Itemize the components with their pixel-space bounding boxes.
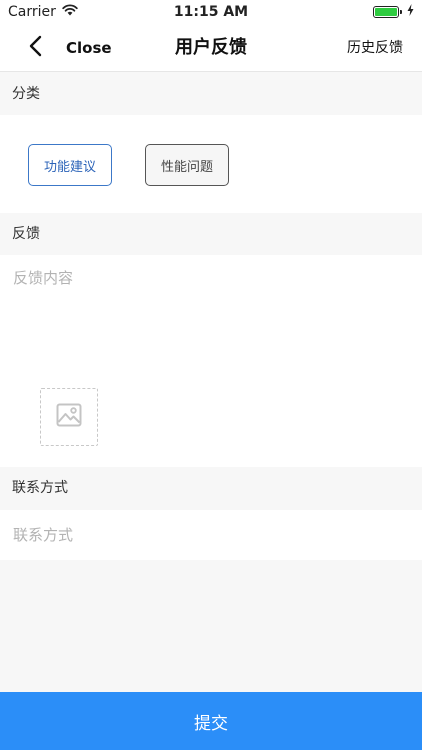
- category-option-label: 功能建议: [43, 159, 96, 175]
- category-option-feature[interactable]: 功能建议: [28, 144, 112, 186]
- history-feedback-button[interactable]: 历史反馈: [347, 24, 403, 72]
- battery-level-fill: [375, 8, 397, 16]
- feedback-input[interactable]: [0, 255, 422, 375]
- category-panel: 功能建议 性能问题: [0, 115, 422, 213]
- chevron-left-icon: [28, 35, 42, 61]
- battery-icon: [373, 6, 402, 18]
- navigation-bar: Close 用户反馈 历史反馈: [0, 24, 422, 72]
- category-option-label: 性能问题: [160, 159, 213, 175]
- category-header: 分类: [0, 73, 422, 115]
- close-button[interactable]: Close: [66, 24, 112, 72]
- contact-panel: [0, 510, 422, 560]
- feedback-header: 反馈: [0, 213, 422, 255]
- status-left: Carrier: [8, 4, 78, 20]
- wifi-icon: [62, 4, 78, 20]
- carrier-label: Carrier: [8, 4, 56, 20]
- add-image-button[interactable]: [40, 388, 98, 446]
- back-button[interactable]: [18, 32, 52, 64]
- contact-header: 联系方式: [0, 467, 422, 509]
- bolt-icon: [407, 4, 414, 20]
- submit-button[interactable]: 提交: [0, 692, 422, 750]
- status-right: [373, 4, 414, 20]
- submit-label: 提交: [194, 713, 228, 733]
- contact-input[interactable]: [0, 510, 422, 560]
- category-option-performance[interactable]: 性能问题: [145, 144, 229, 186]
- status-bar: Carrier 11:15 AM: [0, 0, 422, 24]
- image-icon: [56, 403, 82, 431]
